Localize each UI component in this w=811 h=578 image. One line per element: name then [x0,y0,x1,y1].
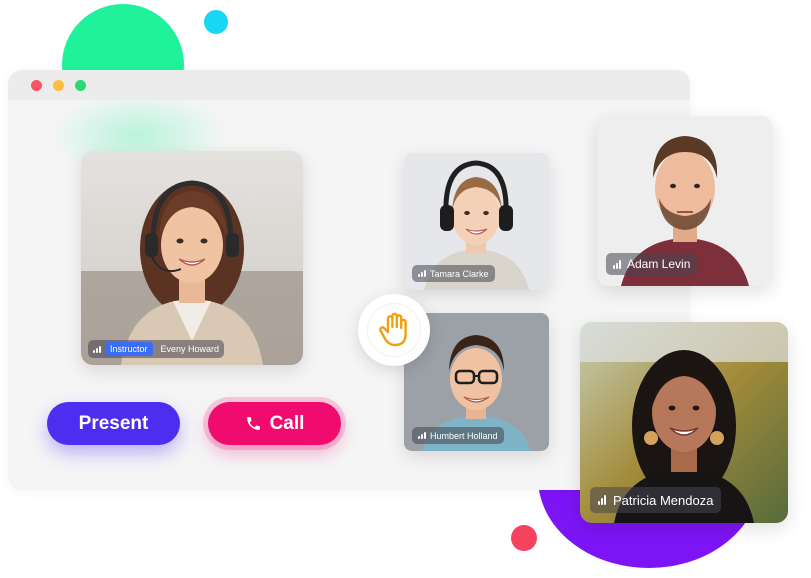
raise-hand-icon-container [368,304,420,356]
window-minimize-button[interactable] [53,80,64,91]
decorative-red-dot [511,525,537,551]
present-button[interactable]: Present [47,402,180,445]
participant-name: Patricia Mendoza [613,492,714,508]
participant-name: Eveny Howard [160,344,220,354]
signal-bars-icon [418,432,426,439]
raise-hand-button[interactable] [358,294,430,366]
signal-bars-icon [598,495,606,505]
present-label: Present [78,412,149,434]
video-tile-participant[interactable]: Patricia Mendoza [580,322,788,523]
window-close-button[interactable] [31,80,42,91]
raised-hand-icon [379,312,407,347]
video-tile-participant[interactable]: Adam Levin [597,116,773,286]
phone-icon [246,417,260,430]
participant-name: Humbert Holland [430,430,498,441]
participant-name-tag: Adam Levin [606,253,698,275]
participant-photo [81,151,303,365]
video-tile-participant[interactable]: Tamara Clarke [404,153,549,290]
call-button[interactable]: Call [208,402,341,445]
participant-name-tag: Humbert Holland [412,427,504,444]
signal-bars-icon [613,259,621,269]
participant-name: Tamara Clarke [430,268,489,279]
video-tile-instructor[interactable]: Instructor Eveny Howard [81,151,303,365]
instructor-badge: Instructor [105,342,153,356]
decorative-cyan-dot [204,10,228,34]
window-title-bar [8,70,690,100]
participant-name: Adam Levin [627,257,691,271]
participant-name-tag: Instructor Eveny Howard [88,340,225,358]
call-label: Call [269,412,305,434]
signal-bars-icon [418,270,426,277]
participant-name-tag: Tamara Clarke [412,265,495,282]
window-maximize-button[interactable] [75,80,86,91]
signal-bars-icon [93,345,101,353]
participant-name-tag: Patricia Mendoza [590,487,722,513]
